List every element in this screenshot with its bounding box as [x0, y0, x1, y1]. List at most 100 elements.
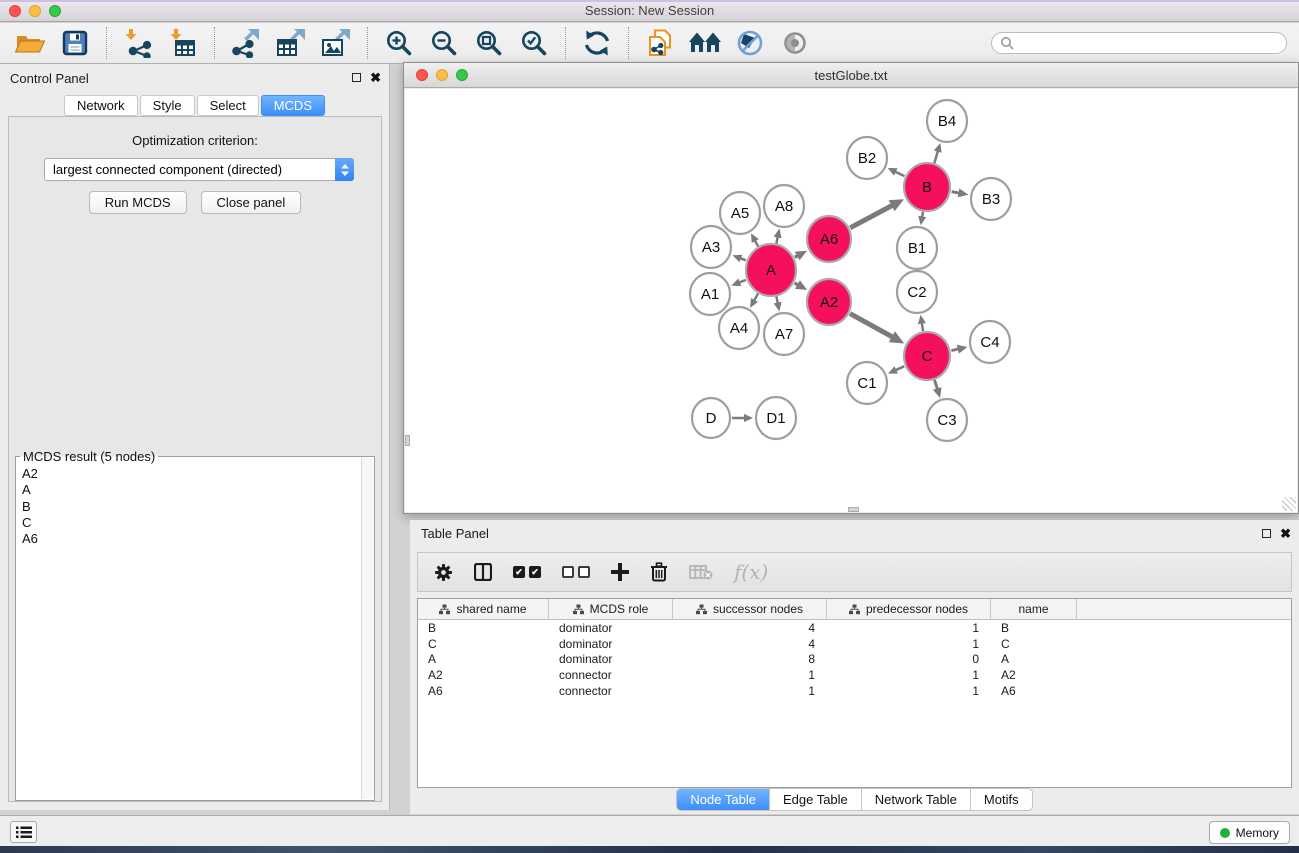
zoom-selected-button[interactable]	[514, 25, 554, 61]
result-item[interactable]: A6	[18, 531, 360, 547]
edge-A2-C[interactable]	[850, 314, 904, 344]
minimize-window-button[interactable]	[29, 5, 41, 17]
run-mcds-button[interactable]: Run MCDS	[89, 191, 187, 214]
network-window-titlebar[interactable]: testGlobe.txt	[404, 63, 1298, 88]
task-history-button[interactable]	[10, 821, 37, 843]
close-window-button[interactable]	[9, 5, 21, 17]
tab-network[interactable]: Network	[64, 95, 138, 116]
node-C3[interactable]: C3	[927, 399, 967, 441]
zoom-window-button[interactable]	[49, 5, 61, 17]
edge-A-A1[interactable]	[731, 279, 746, 287]
node-B[interactable]: B	[904, 163, 950, 211]
edge-D-D1[interactable]	[732, 414, 753, 422]
export-table-button[interactable]	[271, 25, 311, 61]
hide-annotations-button[interactable]	[730, 25, 770, 61]
node-A6[interactable]: A6	[807, 216, 851, 262]
table-row[interactable]: Cdominator41C	[418, 636, 1291, 652]
tab-network-table[interactable]: Network Table	[862, 789, 971, 810]
edge-A6-B[interactable]	[850, 199, 904, 228]
node-C2[interactable]: C2	[897, 271, 937, 313]
column-header-shared-name[interactable]: shared name	[418, 599, 549, 619]
node-A4[interactable]: A4	[719, 307, 759, 349]
open-session-button[interactable]	[10, 25, 50, 61]
node-A7[interactable]: A7	[764, 313, 804, 355]
edge-A-A5[interactable]	[751, 233, 759, 246]
node-D[interactable]: D	[692, 398, 730, 438]
horizontal-scroll-thumb[interactable]	[848, 507, 859, 512]
network-minimize-button[interactable]	[436, 69, 448, 81]
edge-C-C3[interactable]	[933, 380, 942, 398]
node-B4[interactable]: B4	[927, 100, 967, 142]
table-row[interactable]: A6connector11A6	[418, 683, 1291, 699]
import-network-button[interactable]	[118, 25, 158, 61]
edge-A-A8[interactable]	[774, 229, 782, 244]
select-all-button[interactable]: ✔ ✔	[513, 566, 541, 578]
edge-A-A2[interactable]	[795, 280, 808, 290]
node-B1[interactable]: B1	[897, 227, 937, 269]
save-session-button[interactable]	[55, 25, 95, 61]
edge-B-B2[interactable]	[888, 168, 905, 176]
node-A8[interactable]: A8	[764, 185, 804, 227]
edge-A-A6[interactable]	[795, 251, 807, 260]
zoom-fit-button[interactable]	[469, 25, 509, 61]
edge-A-A4[interactable]	[750, 294, 758, 308]
node-C[interactable]: C	[904, 332, 950, 380]
network-close-button[interactable]	[416, 69, 428, 81]
edge-B-B4[interactable]	[934, 143, 942, 163]
node-B2[interactable]: B2	[847, 137, 887, 179]
export-network-button[interactable]	[226, 25, 266, 61]
tab-style[interactable]: Style	[140, 95, 195, 116]
memory-button[interactable]: Memory	[1209, 821, 1290, 844]
table-settings-button[interactable]	[434, 563, 453, 582]
node-A3[interactable]: A3	[691, 226, 731, 268]
edge-B-B3[interactable]	[952, 189, 969, 198]
close-panel-button[interactable]: Close panel	[201, 191, 302, 214]
refresh-button[interactable]	[577, 25, 617, 61]
node-C4[interactable]: C4	[970, 321, 1010, 363]
node-A2[interactable]: A2	[807, 279, 851, 325]
export-image-button[interactable]	[316, 25, 356, 61]
close-table-panel-icon[interactable]: ✖	[1280, 528, 1291, 539]
search-input[interactable]	[1019, 36, 1278, 50]
node-D1[interactable]: D1	[756, 397, 796, 439]
table-row[interactable]: Adominator80A	[418, 651, 1291, 667]
table-row[interactable]: Bdominator41B	[418, 620, 1291, 636]
tab-edge-table[interactable]: Edge Table	[770, 789, 862, 810]
add-column-button[interactable]	[611, 563, 629, 581]
result-scrollbar[interactable]	[361, 458, 373, 799]
result-item[interactable]: A2	[18, 466, 360, 482]
result-item[interactable]: C	[18, 515, 360, 531]
deselect-all-button[interactable]	[562, 566, 590, 578]
close-panel-icon[interactable]: ✖	[370, 72, 381, 83]
edge-A-A3[interactable]	[733, 255, 746, 263]
table-row[interactable]: A2connector11A2	[418, 667, 1291, 683]
vertical-scroll-thumb[interactable]	[405, 435, 410, 446]
network-zoom-button[interactable]	[456, 69, 468, 81]
show-details-button[interactable]	[775, 25, 815, 61]
copy-network-button[interactable]	[640, 25, 680, 61]
edge-A-A7[interactable]	[774, 297, 782, 312]
show-columns-button[interactable]	[474, 563, 492, 581]
network-canvas[interactable]: B4B2BB3A5A8A6B1A3AC2A1A2A4A7C4CC1DD1C3	[405, 89, 1297, 512]
float-panel-icon[interactable]	[352, 73, 361, 82]
tab-mcds[interactable]: MCDS	[261, 95, 325, 116]
home-button[interactable]	[685, 25, 725, 61]
column-header-mcds-role[interactable]: MCDS role	[549, 599, 673, 619]
edge-C-C2[interactable]	[918, 315, 926, 332]
tab-node-table[interactable]: Node Table	[677, 789, 770, 810]
delete-column-button[interactable]	[650, 562, 668, 582]
result-item[interactable]: B	[18, 499, 360, 515]
tab-motifs[interactable]: Motifs	[971, 789, 1032, 810]
column-header-name[interactable]: name	[991, 599, 1077, 619]
import-table-button[interactable]	[163, 25, 203, 61]
result-item[interactable]: A	[18, 482, 360, 498]
tab-select[interactable]: Select	[197, 95, 259, 116]
criterion-select[interactable]: largest connected component (directed)	[44, 158, 354, 181]
column-header-predecessor-nodes[interactable]: predecessor nodes	[827, 599, 991, 619]
zoom-out-button[interactable]	[424, 25, 464, 61]
node-A[interactable]: A	[746, 244, 796, 296]
node-C1[interactable]: C1	[847, 362, 887, 404]
resize-grip[interactable]	[1282, 497, 1296, 511]
node-A1[interactable]: A1	[690, 273, 730, 315]
node-B3[interactable]: B3	[971, 178, 1011, 220]
